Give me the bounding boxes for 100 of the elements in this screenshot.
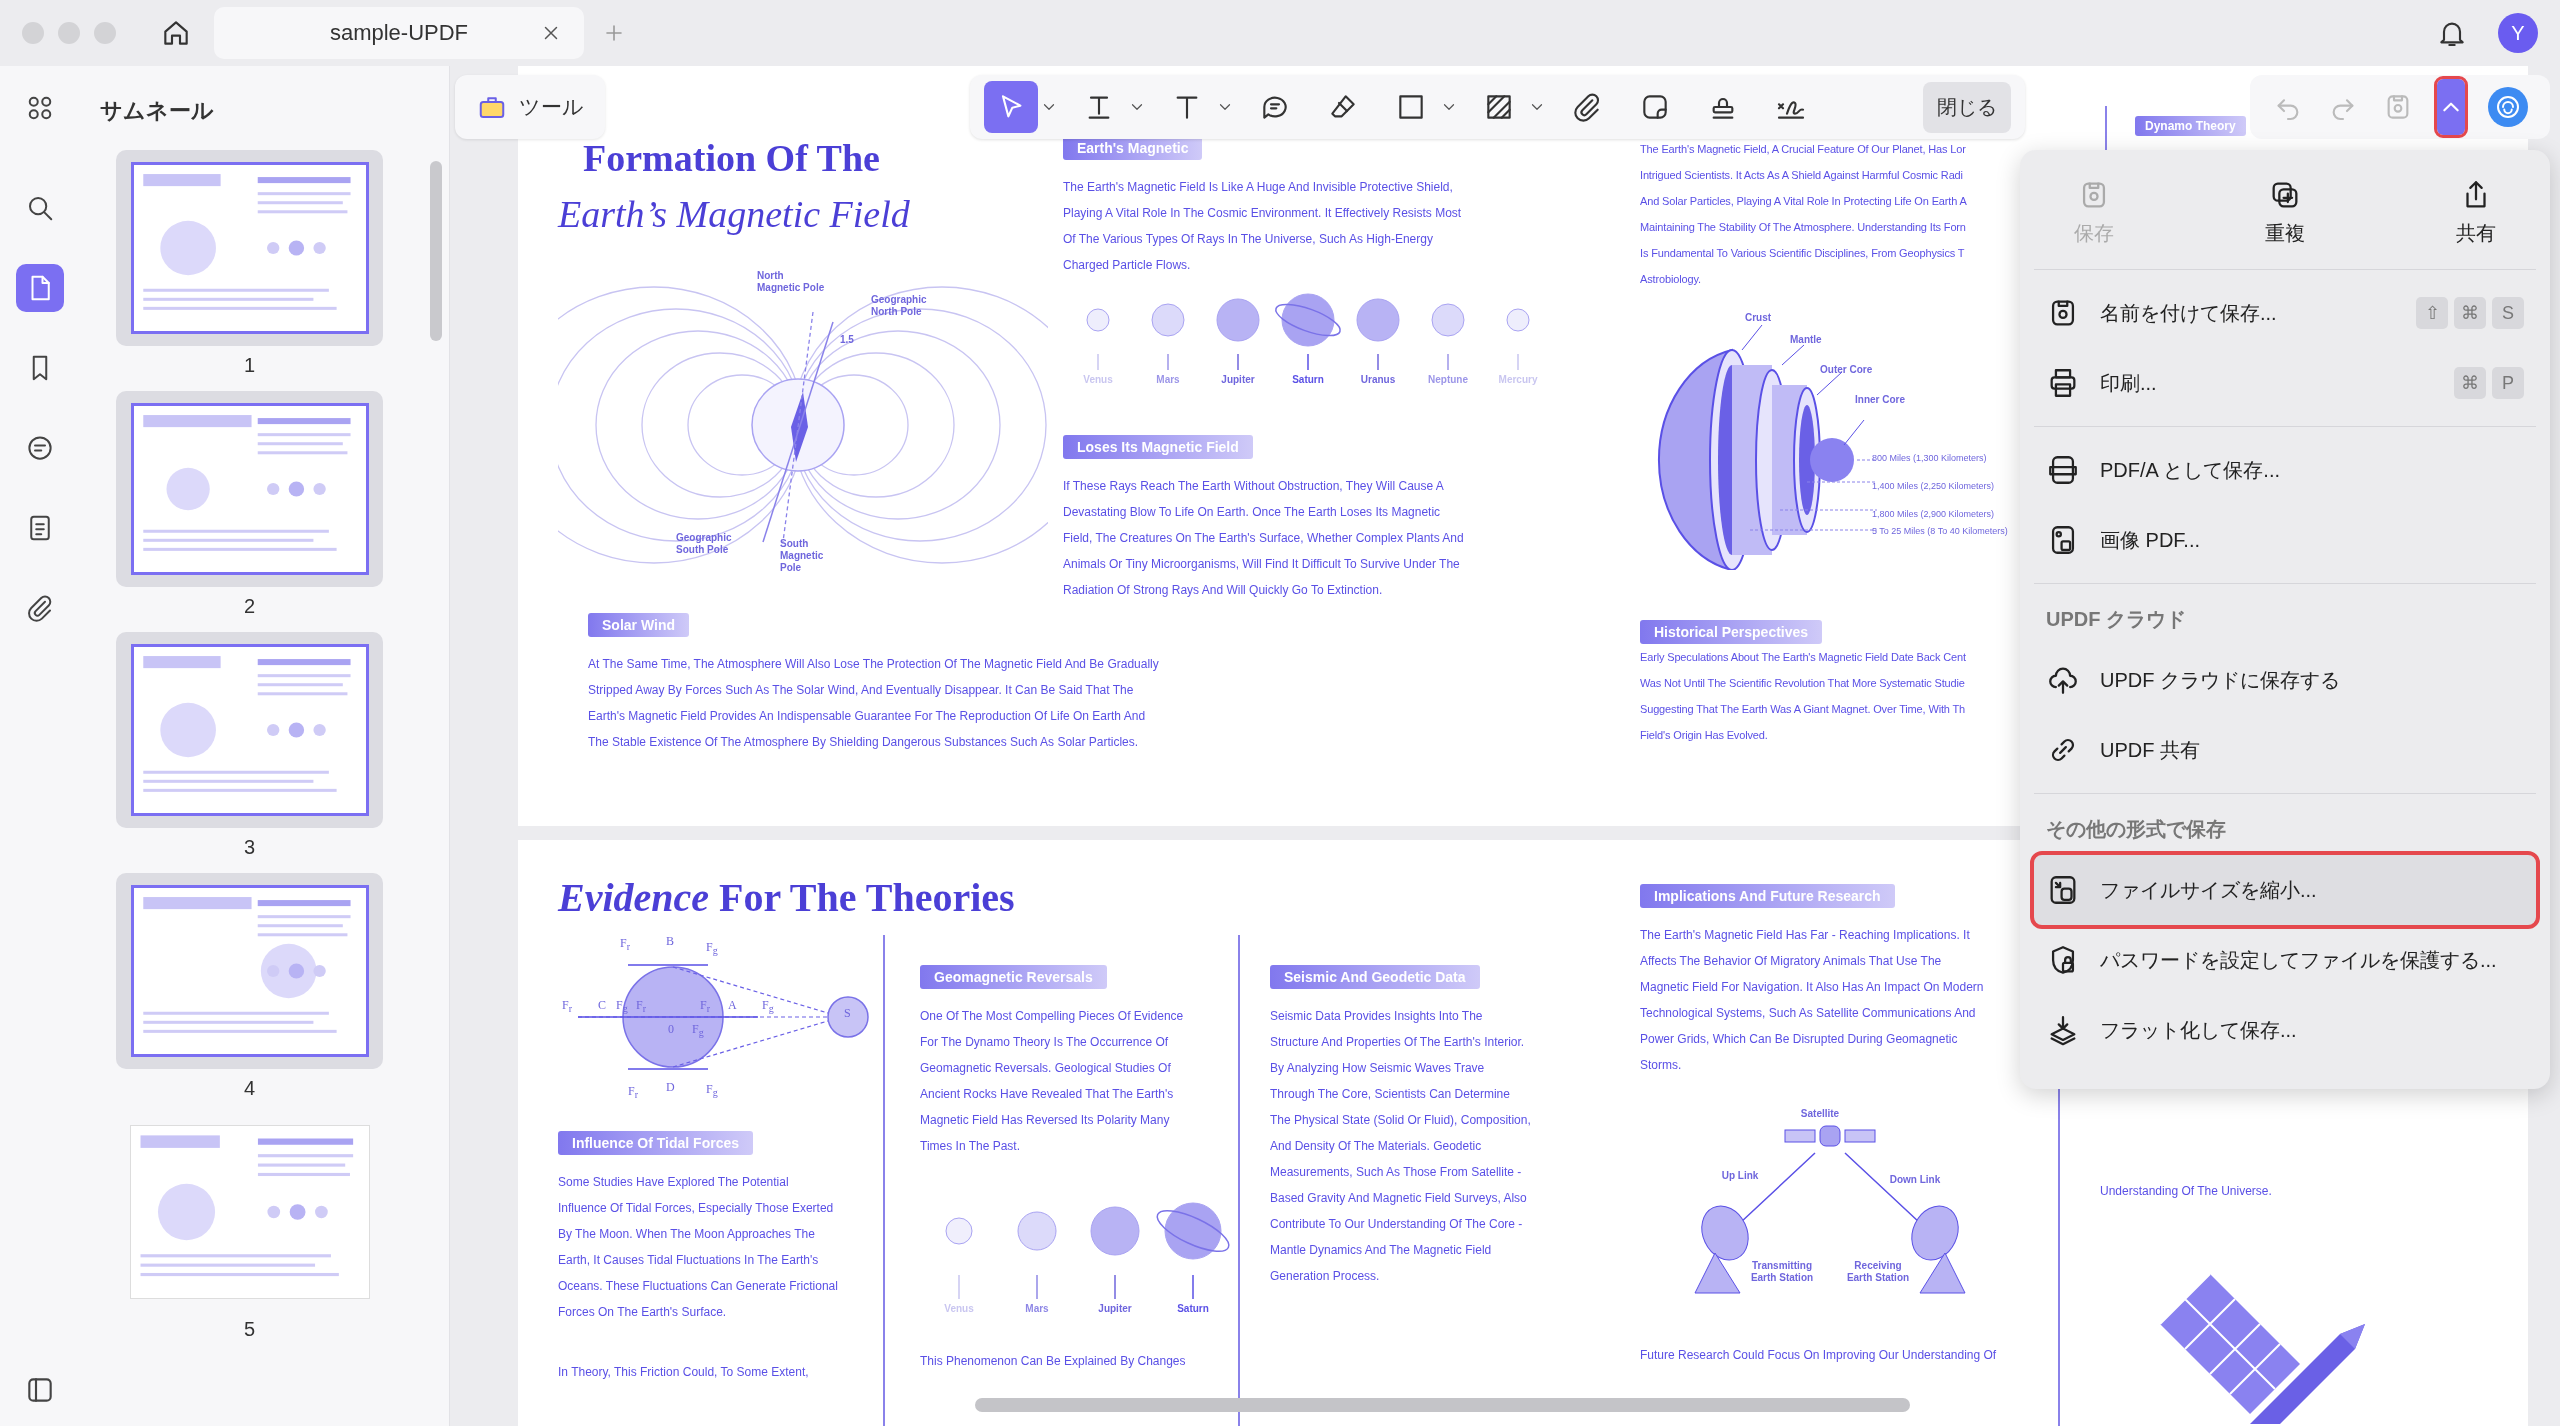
- document-tab[interactable]: sample-UPDF: [214, 7, 584, 59]
- shortcut-key: ⌘: [2454, 297, 2486, 329]
- diagram-label: 800 Miles (1,300 Kilometers): [1872, 452, 1987, 464]
- menu-item[interactable]: フラット化して保存...: [2034, 995, 2536, 1065]
- menu-item[interactable]: パスワードを設定してファイルを保護する...: [2034, 925, 2536, 995]
- page-thumbnail[interactable]: [116, 632, 383, 828]
- shortcut-key: S: [2492, 297, 2524, 329]
- ai-assistant-button[interactable]: [2488, 87, 2529, 127]
- menu-item[interactable]: 画像 PDF...: [2034, 505, 2536, 575]
- section-heading: Loses Its Magnetic Field: [1063, 435, 1253, 459]
- diagram-label: Receiving Earth Station: [1846, 1260, 1910, 1284]
- diagram-label: F$_{r}$: [636, 999, 647, 1016]
- pdf-file-icon: [2046, 453, 2080, 487]
- planet-label: Venus: [944, 1303, 974, 1314]
- diagram-label: F$_{g}$: [692, 1023, 704, 1040]
- page-number: 5: [243, 1318, 256, 1341]
- diagram-label: F$_{r}$: [562, 999, 573, 1016]
- sidebar-button[interactable]: [16, 264, 64, 312]
- tools-button[interactable]: ツール: [455, 75, 605, 139]
- diagram-label: Geographic South Pole: [676, 532, 732, 556]
- page-number: 2: [243, 595, 256, 618]
- page-thumbnail[interactable]: [116, 150, 383, 346]
- shortcut-key: P: [2492, 367, 2524, 399]
- page-title: Evidence For The Theories: [556, 874, 1016, 921]
- menu-item[interactable]: 印刷... ⌘ P: [2034, 348, 2536, 418]
- scrollbar[interactable]: [430, 161, 442, 341]
- paragraph: Seismic Data Provides Insights Into The Structure And Properties Of The Earth's Interior. By Analyzing How Seismic Waves Trave Through The Core, Scientists Can Determine The Physical State (Solid Or Fluid), Composition, And Density Of The Materials. Geodetic Measurements, Such As Those From Satellite - Based Gravity And Magnetic Field Surveys, Also Contribute To Our Understanding Of The Core - Mantle Dynamics And The Magnetic Field Generation Process.: [1270, 1008, 1531, 1285]
- page-number: 4: [243, 1077, 256, 1100]
- diagram-label: F$_{g}$: [616, 999, 628, 1016]
- chevron-up-icon: [2443, 102, 2460, 112]
- diagram-label: 5 To 25 Miles (8 To 40 Kilometers): [1872, 525, 2008, 537]
- diagram-label: Transmitting Earth Station: [1750, 1260, 1814, 1284]
- diagram-label: 1.5: [840, 334, 854, 346]
- diagram-label: F$_{r}$: [620, 937, 631, 954]
- planet-label: Saturn: [1177, 1303, 1209, 1314]
- paragraph: Understanding Of The Universe.: [2100, 1183, 2272, 1200]
- save-menu-button[interactable]: [2437, 79, 2466, 135]
- diagram-label: F$_{g}$: [706, 1083, 718, 1100]
- diagram-label: B: [666, 935, 674, 947]
- paragraph: One Of The Most Compelling Pieces Of Evidence For The Dynamo Theory Is The Occurrence Of Geomagnetic Reversals. Geological Studies Of Ancient Rocks Have Revealed That The Earth's Magnetic Field Has Reversed Its Polarity Many Times In The Past.: [920, 1008, 1184, 1155]
- planet-label: Mercury: [1498, 374, 1538, 385]
- section-heading: Geomagnetic Reversals: [920, 965, 1107, 989]
- menu-action[interactable]: 重複: [2265, 178, 2305, 247]
- diagram-label: Down Link: [1889, 1174, 1941, 1186]
- diagram-label: 1,400 Miles (2,250 Kilometers): [1872, 480, 1995, 492]
- planet-label: Saturn: [1292, 374, 1324, 385]
- section-heading: Dynamo Theory: [2135, 116, 2246, 136]
- planet-label: Uranus: [1360, 374, 1396, 385]
- section-header: UPDF クラウド: [2045, 607, 2187, 632]
- paragraph: The Earth's Magnetic Field, A Crucial Feature Of Our Planet, Has Lor Intrigued Scientists. It Acts As A Shield Against Harmful Cosmic Radi And Solar Particles, Playing A Vital Role In Protecting Life On Earth A Maintaining The Stability Of The Atmosphere. Understanding Its Forn Is Fundamental To Various Scientific Disciplines, From Geophysics T Astrobiology.: [1640, 142, 1967, 287]
- paragraph: In Theory, This Friction Could, To Some Extent,: [558, 1364, 809, 1381]
- scrollbar[interactable]: [975, 1398, 1910, 1412]
- diagram-label: A: [728, 999, 737, 1011]
- paragraph: The Earth's Magnetic Field Has Far - Reaching Implications. It Affects The Behavior Of Migratory Animals That Use The Magnetic Field For Navigation. It Also Has An Impact On Modern Technological Systems, Such As Satellite Communications And Power Grids, Which Can Be Disrupted During Geomagnetic Storms.: [1640, 927, 1984, 1074]
- menu-item[interactable]: 名前を付けて保存... ⇧ ⌘ S: [2034, 278, 2536, 348]
- section-heading: Seismic And Geodetic Data: [1270, 965, 1480, 989]
- planet-label: Venus: [1083, 374, 1113, 385]
- planet-label: Jupiter: [1221, 374, 1255, 385]
- diagram-label: Up Link: [1721, 1170, 1759, 1182]
- diagram-label: 1,800 Miles (2,900 Kilometers): [1872, 508, 1995, 520]
- chat-icon: [25, 433, 55, 463]
- section-heading: Implications And Future Research: [1640, 884, 1895, 908]
- menu-item[interactable]: UPDF 共有: [2034, 715, 2536, 785]
- paragraph: The Earth's Magnetic Field Is Like A Huge And Invisible Protective Shield, Playing A Vital Role In The Cosmic Environment. It Effectively Resists Most Of The Various Types Of Rays In The Universe, Such As High-Energy Charged Particle Flows.: [1063, 179, 1462, 274]
- diagram-label: F$_{g}$: [762, 999, 774, 1016]
- diagram-label: Geographic North Pole: [871, 294, 927, 318]
- menu-item[interactable]: UPDF クラウドに保存する: [2034, 645, 2536, 715]
- diagram-label: South Magnetic Pole: [780, 538, 824, 574]
- paragraph: Early Speculations About The Earth's Magnetic Field Date Back Cent Was Not Until The Scientific Revolution That More Systematic Studie Suggesting That The Earth Was A Giant Magnet. Over Time, With Th Field's Origin Has Evolved.: [1640, 650, 1966, 743]
- paragraph: Some Studies Have Explored The Potential Influence Of Tidal Forces, Especially Those Exerted By The Moon. When The Moon Approaches The Earth, It Causes Tidal Fluctuations In The Earth's Oceans. These Fluctuations Can Generate Frictional Forces On The Earth's Surface.: [558, 1174, 838, 1321]
- diagram-label: 0: [668, 1023, 674, 1035]
- paragraph: At The Same Time, The Atmosphere Will Also Lose The Protection Of The Magnetic Field And Be Gradually Stripped Away By Forces Such As The Solar Wind, And Eventually Disappear. It Can Be Said That The Earth's Magnetic Field Provides An Indispensable Guarantee For The Reproduction Of Life On Earth And The Stable Existence Of The Atmosphere By Shielding Dangerous Substances Such As Solar Particles.: [588, 656, 1159, 751]
- paragraph: Future Research Could Focus On Improving Our Understanding Of: [1640, 1347, 1997, 1364]
- page-thumbnail[interactable]: [116, 391, 383, 587]
- page-title: Formation Of The: [582, 136, 881, 180]
- diagram-label: C: [598, 999, 606, 1011]
- diagram-label: Crust: [1745, 312, 1772, 324]
- diagram-label: Mantle: [1790, 334, 1822, 346]
- planet-label: Jupiter: [1098, 1303, 1132, 1314]
- user-avatar[interactable]: Y: [2498, 13, 2538, 53]
- diagram-label: Inner Core: [1855, 394, 1905, 406]
- diagram-label: Satellite: [1800, 1108, 1840, 1120]
- menu-action[interactable]: 共有: [2456, 178, 2496, 247]
- diagram-label: F$_{r}$: [700, 999, 711, 1016]
- section-heading: Solar Wind: [588, 613, 689, 637]
- diagram-label: Outer Core: [1820, 364, 1873, 376]
- page-thumbnail[interactable]: [116, 873, 383, 1069]
- paragraph: This Phenomenon Can Be Explained By Changes: [920, 1353, 1186, 1370]
- diagram-label: F$_{r}$: [628, 1085, 639, 1102]
- menu-item[interactable]: PDF/A として保存...: [2034, 435, 2536, 505]
- shortcut-key: ⌘: [2454, 367, 2486, 399]
- planet-label: Mars: [1156, 374, 1180, 385]
- section-header: その他の形式で保存: [2045, 817, 2227, 842]
- panel-title: サムネール: [100, 97, 215, 125]
- diagram-label: D: [666, 1081, 675, 1093]
- section-heading: Historical Perspectives: [1640, 620, 1823, 644]
- diagram-label: F$_{g}$: [706, 941, 718, 958]
- planet-label: Neptune: [1428, 374, 1468, 385]
- diagram-label: North Magnetic Pole: [757, 270, 825, 294]
- close-button[interactable]: 閉じる: [1923, 81, 2011, 133]
